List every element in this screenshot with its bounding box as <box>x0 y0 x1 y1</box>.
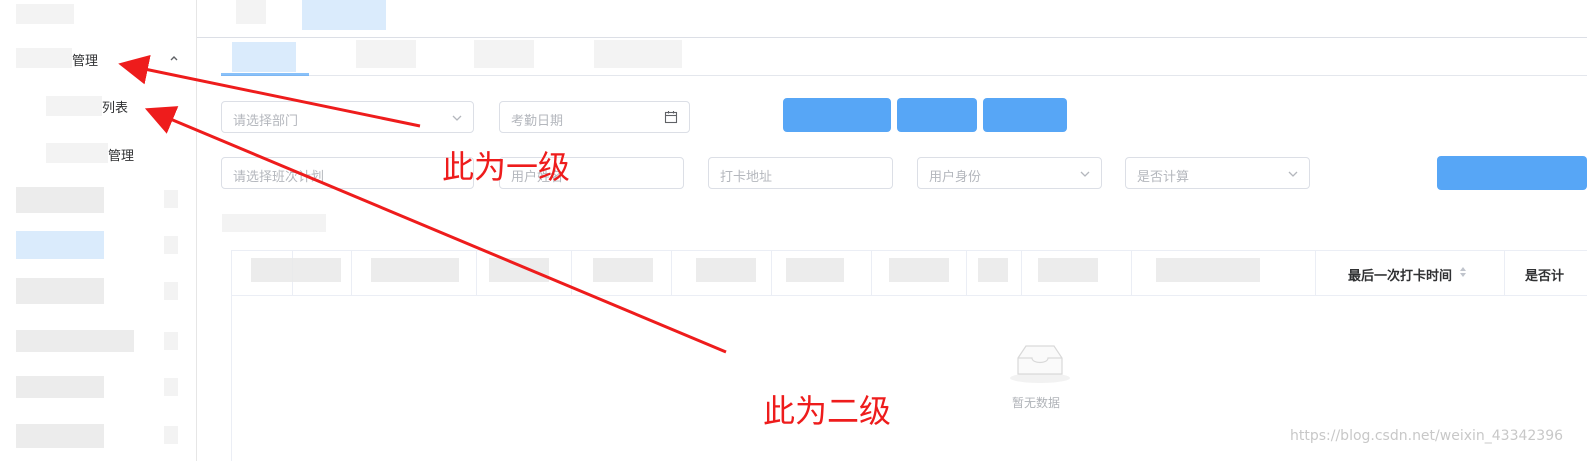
header-breadcrumb-blur <box>302 0 386 30</box>
sidebar-sub2-label[interactable]: 管理 <box>108 145 134 164</box>
col-divider <box>771 250 772 296</box>
col-divider <box>871 250 872 296</box>
tab-active-indicator <box>221 73 309 76</box>
department-placeholder: 请选择部门 <box>233 114 299 129</box>
col-divider <box>671 250 672 296</box>
sidebar-item-arrow-blur <box>164 332 178 350</box>
tab-blur[interactable] <box>474 40 534 68</box>
sidebar-item-blur[interactable] <box>16 278 104 304</box>
column-header-blur <box>1156 258 1260 282</box>
address-input[interactable]: 打卡地址 <box>708 157 893 189</box>
col-divider <box>1315 250 1316 296</box>
col-divider <box>571 250 572 296</box>
column-header-blur <box>889 258 949 282</box>
action-button-blur[interactable] <box>1437 156 1587 190</box>
calendar-icon <box>664 111 678 124</box>
col-divider <box>1504 250 1505 296</box>
chevron-down-icon <box>1288 171 1298 177</box>
empty-box-icon <box>1010 345 1070 383</box>
reset-button-blur[interactable] <box>897 98 977 132</box>
sidebar-item-arrow-blur <box>164 190 178 208</box>
watermark: https://blog.csdn.net/weixin_43342396 <box>1290 428 1564 444</box>
date-placeholder: 考勤日期 <box>511 114 564 129</box>
calc-placeholder: 是否计算 <box>1137 170 1190 185</box>
chevron-down-icon <box>452 115 462 121</box>
calc-select[interactable]: 是否计算 <box>1125 157 1310 189</box>
sidebar-item-blur[interactable] <box>16 187 104 213</box>
col-divider <box>966 250 967 296</box>
column-header-blur <box>786 258 844 282</box>
identity-select[interactable]: 用户身份 <box>917 157 1102 189</box>
tab-blur[interactable] <box>356 40 416 68</box>
sidebar-menu1-label[interactable]: 管理 <box>72 50 98 69</box>
column-header-blur <box>251 258 341 282</box>
top-header <box>197 0 1587 38</box>
chevron-up-icon[interactable] <box>168 52 180 64</box>
department-select[interactable]: 请选择部门 <box>221 101 474 133</box>
sidebar-item-arrow-blur <box>164 236 178 254</box>
sidebar-item-active-blur[interactable] <box>16 231 104 259</box>
sidebar-menu1-blur <box>16 48 72 68</box>
column-header-blur <box>978 258 1008 282</box>
sidebar-item-arrow-blur <box>164 378 178 396</box>
column-header-blur <box>696 258 756 282</box>
col-divider <box>1021 250 1022 296</box>
tab-active-blur[interactable] <box>232 42 296 72</box>
sidebar-item-blur[interactable] <box>16 376 104 398</box>
plan-select[interactable]: 请选择班次计划 <box>221 157 474 189</box>
column-header-blur <box>371 258 459 282</box>
table-caption-blur <box>222 214 326 232</box>
address-placeholder: 打卡地址 <box>720 170 773 185</box>
attendance-date-picker[interactable]: 考勤日期 <box>499 101 690 133</box>
column-last-punch-time[interactable]: 最后一次打卡时间 <box>1348 265 1452 284</box>
sort-icon[interactable] <box>1459 266 1467 278</box>
annotation-level2: 此为二级 <box>763 392 892 430</box>
sidebar-item-blur[interactable] <box>16 330 134 352</box>
header-blur <box>236 0 266 24</box>
annotation-level1: 此为一级 <box>442 148 571 186</box>
col-divider <box>1131 250 1132 296</box>
export-button-blur[interactable] <box>983 98 1067 132</box>
sidebar-sub1-blur <box>46 96 102 116</box>
tab-blur[interactable] <box>594 40 682 68</box>
plan-placeholder: 请选择班次计划 <box>233 170 325 185</box>
sidebar-sub2-blur <box>46 143 108 163</box>
column-header-blur <box>489 258 549 282</box>
column-is-calculated[interactable]: 是否计 <box>1525 265 1564 284</box>
sidebar-logo-blurred <box>16 4 74 24</box>
sidebar-item-arrow-blur <box>164 282 178 300</box>
sidebar-sub1-label[interactable]: 列表 <box>102 97 128 116</box>
col-divider <box>351 250 352 296</box>
chevron-down-icon <box>1080 171 1090 177</box>
col-divider <box>476 250 477 296</box>
search-button-blur[interactable] <box>783 98 891 132</box>
sidebar-item-arrow-blur <box>164 426 178 444</box>
tab-bar <box>221 38 1587 76</box>
sidebar-item-blur[interactable] <box>16 424 104 448</box>
identity-placeholder: 用户身份 <box>929 170 982 185</box>
column-header-blur <box>1038 258 1098 282</box>
column-header-blur <box>593 258 653 282</box>
empty-state-text: 暂无数据 <box>1012 396 1061 410</box>
